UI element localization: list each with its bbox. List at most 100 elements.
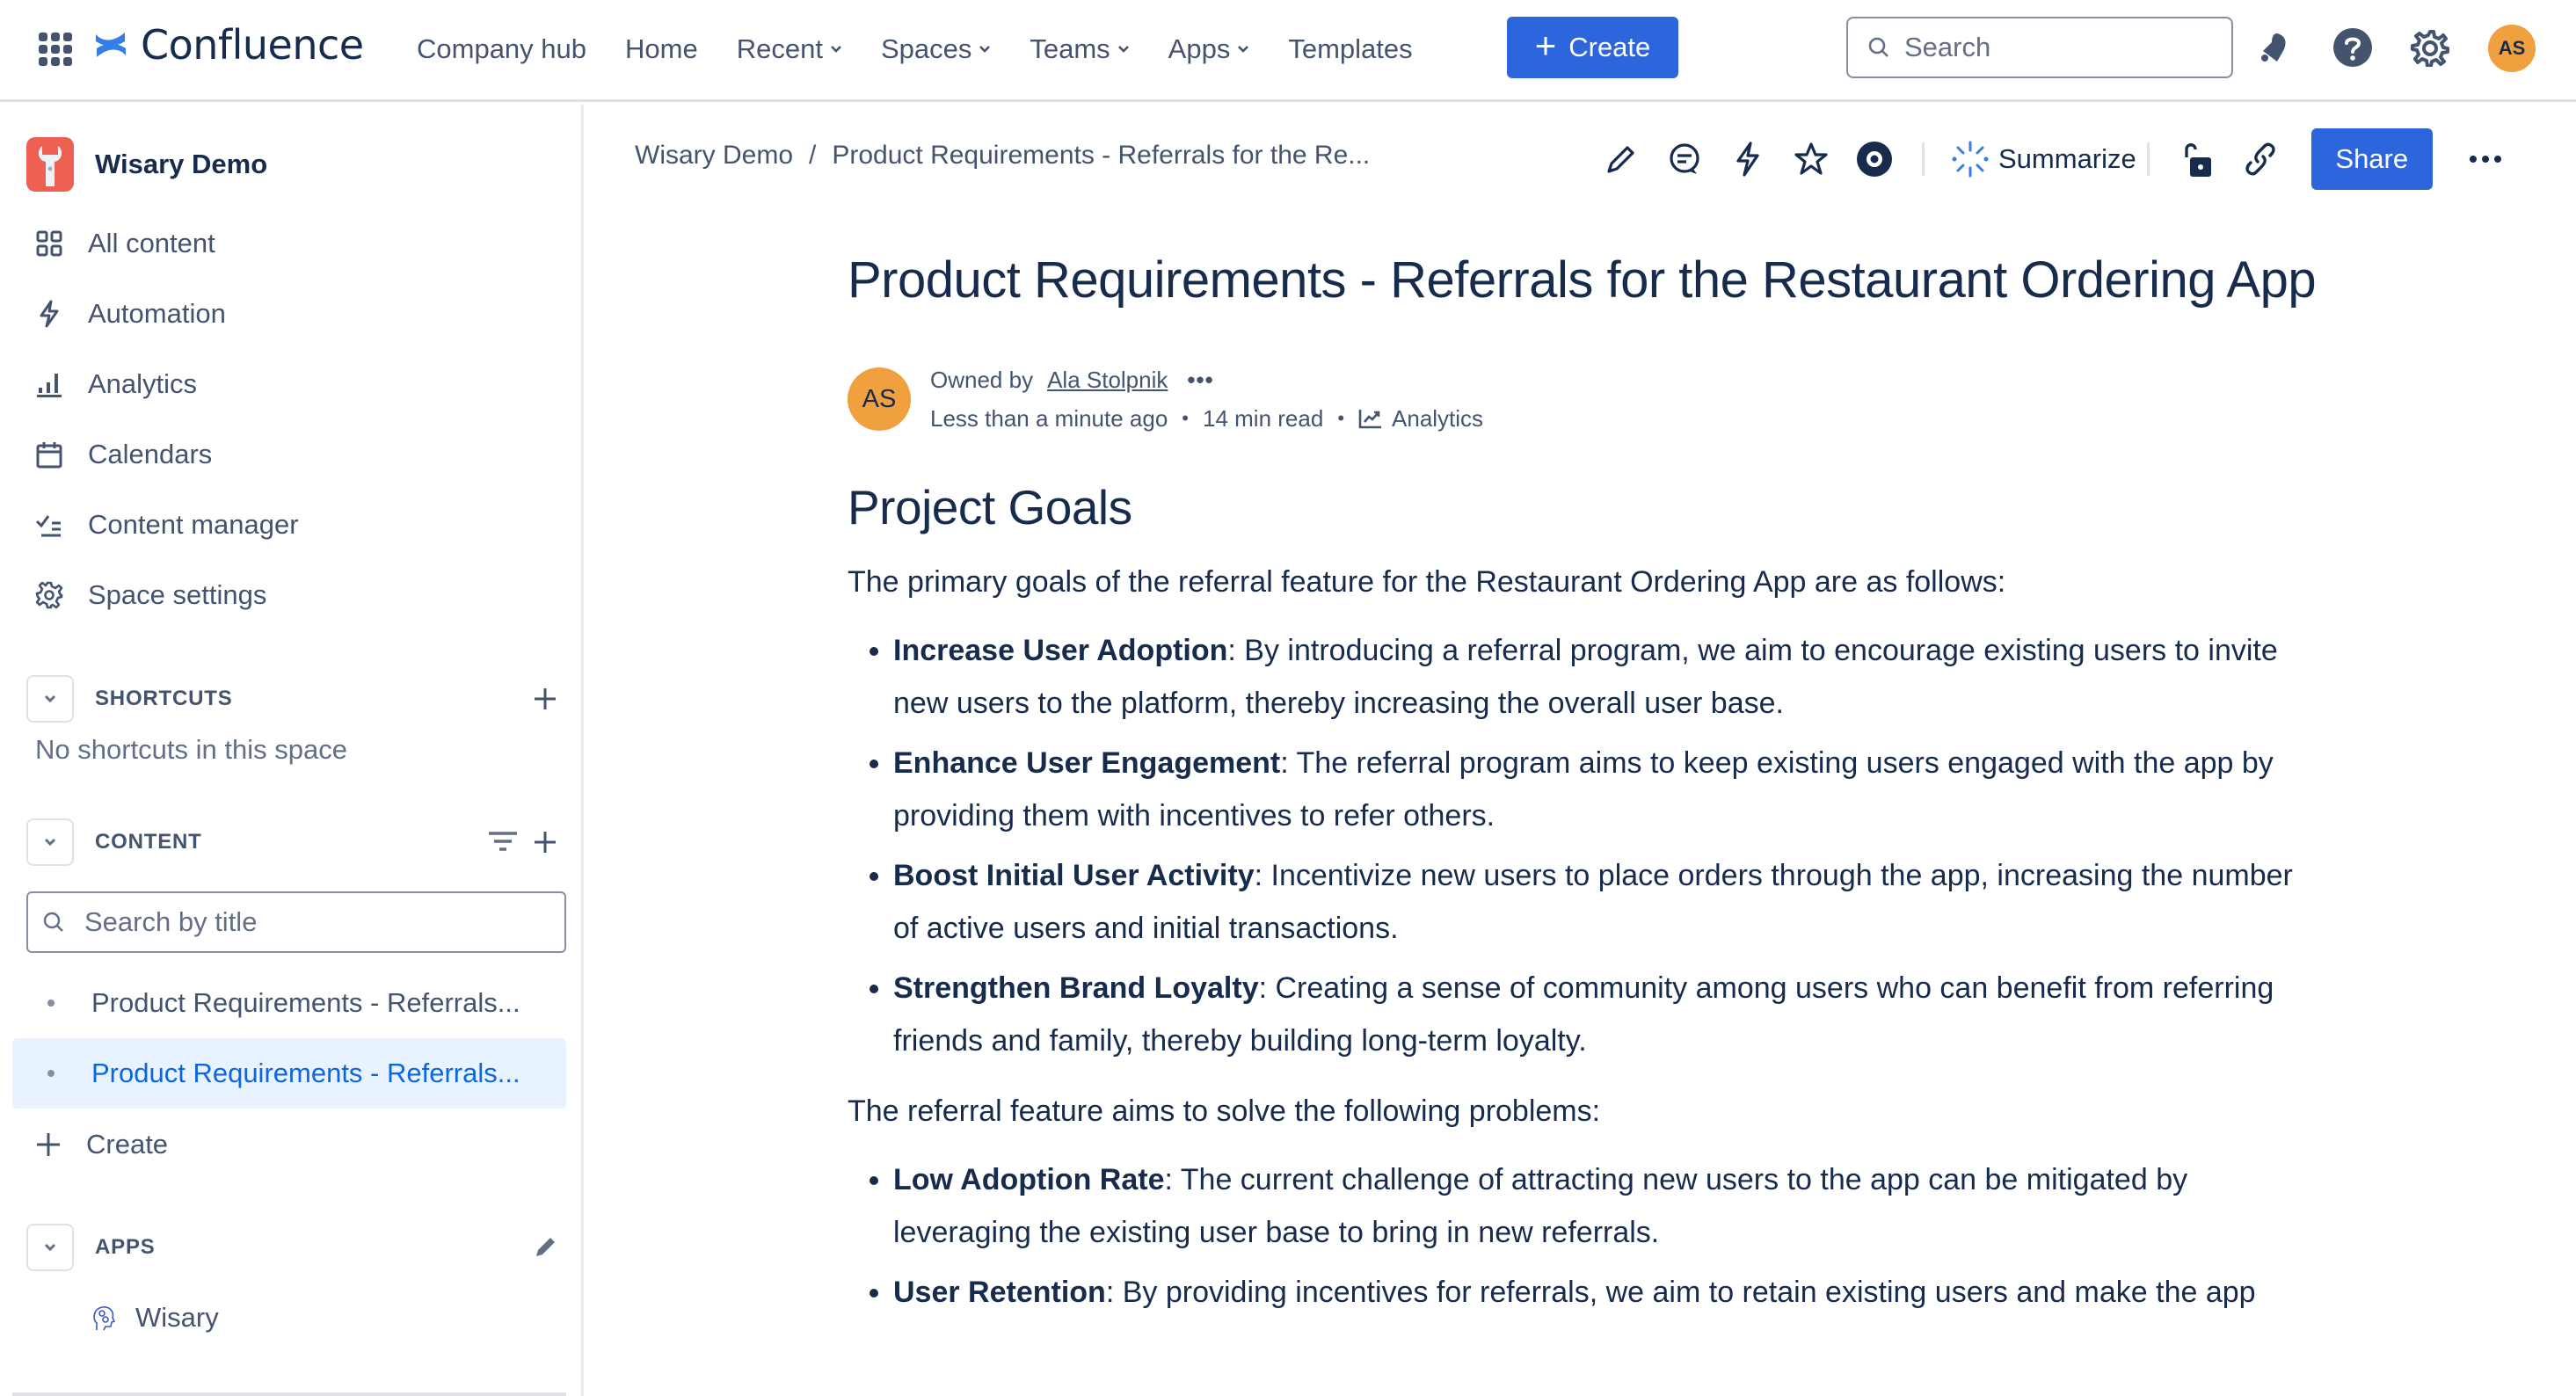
bullet-icon [47,1000,55,1007]
owned-by-label: Owned by [930,367,1034,393]
restrictions-button[interactable] [2176,138,2218,180]
share-button[interactable]: Share [2310,128,2433,190]
nav-teams[interactable]: Teams [1030,33,1129,65]
nav-apps[interactable]: Apps [1168,33,1250,65]
watch-button[interactable] [1853,138,1896,180]
wisary-app-icon [93,1306,116,1331]
content-collapse-button[interactable] [26,818,74,866]
nav-recent[interactable]: Recent [737,33,842,65]
app-switcher-icon[interactable] [39,33,72,66]
sidebar-item-automation[interactable]: Automation [32,279,299,349]
summarize-button[interactable]: Summarize [1951,140,2136,178]
create-page-link[interactable]: Create [35,1109,168,1180]
apps-collapse-button[interactable] [26,1224,74,1271]
owner-link[interactable]: Ala Stolpnik [1047,360,1168,399]
search-icon [1868,37,1888,57]
sidebar-item-calendars[interactable]: Calendars [32,419,299,490]
help-button[interactable] [2332,26,2374,69]
page-tree-item-active[interactable]: Product Requirements - Referrals... [12,1038,566,1109]
nav-company-hub[interactable]: Company hub [417,33,586,65]
add-content-button[interactable] [528,825,563,860]
toolbar-divider [1922,142,1925,176]
nav-templates[interactable]: Templates [1288,33,1412,65]
nav-spaces[interactable]: Spaces [881,33,991,65]
primary-nav: Company hub Home Recent Spaces Teams App… [417,26,1452,72]
owner-avatar[interactable]: AS [848,367,911,431]
app-item-wisary[interactable]: Wisary [91,1283,219,1353]
byline-more-button[interactable]: ••• [1187,360,1213,399]
lightning-icon [40,300,59,328]
goal-title: Enhance User Engagement [893,746,1281,780]
global-search-input[interactable]: Search [1846,17,2233,78]
lightning-icon [1736,142,1759,177]
sidebar-item-label: Automation [88,298,226,329]
bar-chart-icon [37,374,62,397]
page-actions-toolbar: Summarize Share [1600,127,2510,191]
goal-title: Increase User Adoption [893,634,1228,667]
filter-button[interactable] [485,825,520,860]
ai-sparkle-icon [1952,141,1989,178]
app-item-label: Wisary [135,1302,219,1333]
settings-icon [2411,30,2449,67]
search-by-title-input[interactable]: Search by title [26,891,566,953]
nav-label: Home [625,33,698,64]
avatar-initials: AS [2498,37,2526,59]
sidebar-item-all-content[interactable]: All content [32,208,299,279]
confluence-logo[interactable]: Confluence [93,21,364,69]
pencil-icon [536,1238,555,1256]
analytics-link[interactable]: Analytics [1358,399,1483,438]
link-icon [2245,142,2275,176]
create-button[interactable]: + Create [1507,17,1678,78]
user-avatar[interactable]: AS [2488,25,2536,72]
breadcrumb: Wisary Demo / Product Requirements - Ref… [635,141,1370,171]
edit-apps-button[interactable] [528,1230,563,1265]
list-item: Increase User Adoption: By introducing a… [893,624,2325,730]
star-button[interactable] [1790,138,1832,180]
copy-link-button[interactable] [2239,138,2281,180]
space-header[interactable]: Wisary Demo [26,137,267,192]
add-shortcut-button[interactable] [528,681,563,716]
sidebar-item-label: All content [88,228,215,258]
shortcuts-collapse-button[interactable] [26,675,74,723]
page-tree-item-label: Product Requirements - Referrals... [91,1058,520,1088]
space-avatar-icon [26,137,74,192]
chevron-down-icon [1117,46,1129,53]
more-actions-button[interactable] [2461,135,2510,184]
nav-label: Recent [736,33,823,64]
breadcrumb-page-link[interactable]: Product Requirements - Referrals for the… [832,141,1370,171]
read-time: 14 min read [1203,405,1324,432]
help-icon [2333,28,2372,67]
nav-label: Templates [1288,33,1413,64]
content-label: CONTENT [95,830,202,854]
comments-button[interactable] [1663,138,1706,180]
analytics-trend-icon [1358,410,1382,429]
section-heading: Project Goals [848,480,1132,534]
nav-label: Apps [1168,33,1231,64]
chevron-down-icon [1238,46,1249,53]
breadcrumb-space-link[interactable]: Wisary Demo [635,141,793,171]
automation-button[interactable] [1727,138,1769,180]
sidebar-item-content-manager[interactable]: Content manager [32,490,299,560]
goals-intro: The primary goals of the referral featur… [848,565,2006,599]
sidebar-divider [12,1392,566,1396]
avatar-initials: AS [862,384,897,413]
chevron-down-icon [44,694,56,703]
last-updated: Less than a minute ago [930,405,1168,432]
page-tree-item[interactable]: Product Requirements - Referrals... [12,968,566,1038]
sidebar-item-analytics[interactable]: Analytics [32,349,299,419]
separator-dot: • [1182,407,1189,429]
goals-list: Increase User Adoption: By introducing a… [848,624,2325,1067]
share-label: Share [2335,143,2409,174]
settings-button[interactable] [2409,26,2451,69]
edit-button[interactable] [1600,138,1642,180]
problem-title: Low Adoption Rate [893,1163,1165,1196]
all-content-icon [36,230,62,257]
sidebar-item-space-settings[interactable]: Space settings [32,560,299,630]
nav-home[interactable]: Home [625,33,698,65]
notifications-button[interactable] [2254,26,2296,69]
space-name: Wisary Demo [95,149,268,179]
sidebar-item-label: Space settings [88,579,267,610]
chevron-down-icon [979,46,991,53]
content-section-header: CONTENT [26,818,563,867]
nav-label: Teams [1030,33,1110,64]
